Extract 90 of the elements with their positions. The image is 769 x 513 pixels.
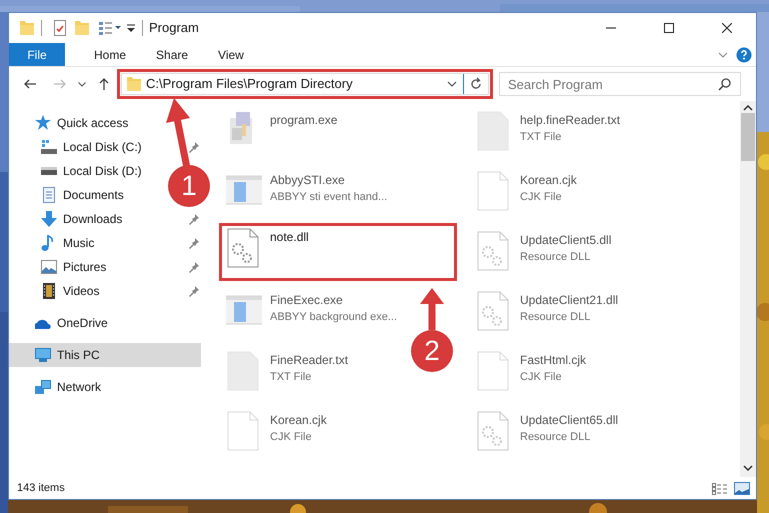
sidebar-item[interactable]: OneDrive (9, 311, 201, 335)
film-icon (41, 283, 57, 299)
window-title: Program (149, 19, 200, 38)
scroll-down-icon[interactable] (743, 465, 753, 471)
pin-icon[interactable] (188, 238, 199, 248)
file-item[interactable]: note.dll (219, 223, 457, 281)
file-type: ABBYY sti event hand... (270, 190, 388, 205)
details-view-icon[interactable] (712, 482, 728, 494)
ribbon-tab[interactable]: View (203, 43, 259, 66)
customize-icon[interactable] (98, 21, 122, 35)
refresh-icon[interactable] (469, 77, 483, 91)
sidebar-item[interactable]: Quick access (9, 111, 167, 135)
file-name: FastHtml.cjk (520, 352, 586, 369)
dropdown-icon[interactable] (126, 24, 136, 32)
file-type: Resource DLL (520, 430, 592, 445)
pin-icon[interactable] (188, 142, 199, 152)
properties-icon[interactable] (54, 20, 66, 36)
item-count: 143 items (17, 480, 66, 496)
document-icon (41, 187, 57, 203)
file-type: Resource DLL (520, 310, 592, 325)
file-item[interactable]: AbbyySTI.exe ABBYY sti event hand... (219, 166, 390, 214)
forward-icon (53, 77, 67, 91)
scroll-thumb[interactable] (741, 113, 755, 161)
pin-icon[interactable] (188, 286, 199, 296)
arrow (420, 288, 444, 330)
scrollbar[interactable] (740, 101, 756, 477)
file-name: program.exe (270, 112, 338, 129)
file-tab[interactable]: File (9, 43, 65, 66)
file-name: UpdateClient65.dll (520, 412, 618, 429)
caret-icon (78, 82, 86, 86)
file-name: note.dll (270, 229, 309, 246)
ribbon-tab[interactable]: Share (141, 43, 204, 66)
file-name: FineExec.exe (270, 292, 344, 309)
file-type: TXT File (270, 370, 312, 385)
folder-icon (126, 76, 142, 92)
ribbon-tab[interactable]: Home (79, 43, 142, 66)
file-type: Resource DLL (520, 250, 592, 265)
file-item[interactable]: UpdateClient5.dll Resource DLL (469, 226, 614, 274)
file-type: CJK File (270, 430, 313, 445)
address-field[interactable]: C:\Program Files\Program Directory (121, 73, 489, 95)
file-type: TXT File (520, 130, 562, 145)
file-item[interactable]: Korean.cjk CJK File (469, 166, 580, 214)
file-item[interactable]: FastHtml.cjk CJK File (469, 346, 589, 394)
download-icon (41, 211, 57, 227)
sidebar-item[interactable]: Documents (9, 183, 167, 207)
pin-icon[interactable] (188, 262, 199, 272)
picture-icon (41, 259, 57, 275)
sidebar-item[interactable]: Local Disk (C:) (9, 135, 167, 159)
sidebar-item[interactable]: Music (9, 231, 167, 255)
sidebar-item[interactable]: Downloads (9, 207, 167, 231)
back-icon (23, 77, 37, 91)
large-icons-view-icon[interactable] (734, 482, 750, 494)
file-name: UpdateClient21.dll (520, 292, 618, 309)
file-name: AbbyySTI.exe (270, 172, 346, 189)
caret-icon[interactable] (447, 81, 457, 87)
sidebar-item[interactable]: This PC (9, 343, 201, 367)
drive-icon (41, 166, 57, 176)
expand-ribbon-icon[interactable] (718, 52, 728, 58)
file-type: CJK File (520, 190, 563, 205)
search-box[interactable]: Search Program (499, 72, 741, 96)
drive-icon (41, 139, 57, 155)
help-icon[interactable] (736, 47, 752, 63)
star-icon (35, 115, 51, 131)
file-item[interactable]: UpdateClient65.dll Resource DLL (469, 406, 622, 454)
file-item[interactable]: program.exe (219, 106, 340, 154)
file-item[interactable]: Korean.cjk CJK File (219, 406, 330, 454)
sidebar-item[interactable]: Pictures (9, 255, 167, 279)
file-item[interactable]: help.fineReader.txt TXT File (469, 106, 624, 154)
network-icon (35, 379, 51, 395)
file-name: Korean.cjk (520, 172, 577, 189)
file-type: CJK File (520, 370, 563, 385)
sidebar-item[interactable]: Network (9, 375, 201, 399)
file-name: help.fineReader.txt (520, 112, 620, 129)
file-name: Korean.cjk (270, 412, 327, 429)
maximize-icon (664, 23, 674, 33)
close-icon (722, 23, 732, 33)
file-name: UpdateClient5.dll (520, 232, 612, 249)
minimize-icon (606, 27, 616, 29)
monitor-icon (35, 347, 51, 363)
search-icon[interactable] (718, 77, 732, 91)
sidebar-item[interactable]: Videos (9, 279, 167, 303)
file-item[interactable]: UpdateClient21.dll Resource DLL (469, 286, 622, 334)
pin-icon[interactable] (188, 214, 199, 224)
scroll-up-icon[interactable] (743, 105, 753, 111)
file-item[interactable]: FineExec.exe ABBYY background exe... (219, 286, 400, 334)
file-item[interactable]: FineReader.txt TXT File (219, 346, 352, 394)
file-type: ABBYY background exe... (270, 310, 397, 325)
sidebar-item[interactable]: Local Disk (D:) (9, 159, 167, 183)
file-name: FineReader.txt (270, 352, 348, 369)
up-icon (97, 77, 111, 91)
